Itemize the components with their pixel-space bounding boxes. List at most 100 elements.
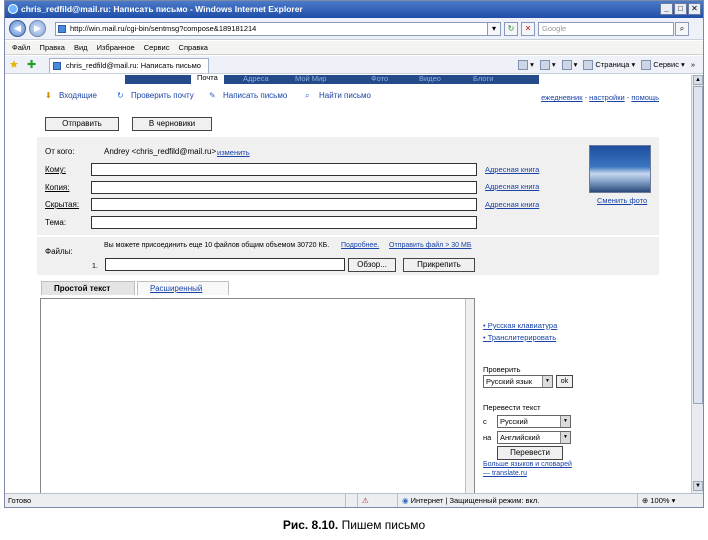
send-big-file-link[interactable]: Отправить файл > 30 МБ [389, 242, 471, 249]
translate-site-link[interactable]: — translate.ru [483, 470, 527, 477]
diary-link[interactable]: ежедневник [541, 93, 582, 102]
zoom-control[interactable]: ⊕ 100% ▾ [637, 494, 703, 507]
minimize-button[interactable]: _ [660, 3, 673, 15]
to-label[interactable]: Кому: [45, 165, 66, 174]
close-button[interactable]: ✕ [688, 3, 701, 15]
address-book-link-cc[interactable]: Адресная книга [485, 182, 539, 191]
menu-view[interactable]: Вид [74, 41, 88, 55]
change-sender-link[interactable]: изменить [217, 148, 250, 157]
check-mail-icon: ↻ [117, 91, 124, 100]
favorites-star-icon[interactable]: ★ [9, 58, 19, 71]
globe-icon: ◉ [402, 496, 409, 505]
message-body-textarea[interactable] [40, 298, 475, 493]
maximize-button[interactable]: □ [674, 3, 687, 15]
from-value: Andrey <chris_redfild@mail.ru> [104, 147, 217, 156]
back-arrow-icon[interactable]: ◀ [9, 20, 26, 37]
browser-tab[interactable]: chris_redfild@mail.ru: Написать письмо [49, 58, 209, 73]
browser-window: chris_redfild@mail.ru: Написать письмо -… [4, 0, 704, 508]
service-links: ежедневник - настройки - помощь [541, 93, 659, 102]
change-photo-link[interactable]: Сменить фото [597, 196, 647, 205]
favorites-bar: ★ ✚ chris_redfild@mail.ru: Написать пись… [5, 56, 703, 74]
send-button[interactable]: Отправить [45, 117, 119, 131]
search-input[interactable]: Google [538, 22, 674, 36]
transliterate-link[interactable]: • Транслитерировать [483, 333, 556, 342]
settings-link[interactable]: настройки [589, 93, 625, 102]
ie-logo-icon [8, 4, 18, 14]
page-content: Почта Адреса Мой Мир Фото Видео Блоги ⬇ … [5, 75, 691, 493]
window-title: chris_redfild@mail.ru: Написать письмо -… [21, 4, 303, 14]
scroll-thumb[interactable] [693, 86, 703, 404]
help-link[interactable]: помощь [631, 93, 659, 102]
feeds-icon[interactable]: ▾ [539, 59, 556, 71]
figure-number: Рис. 8.10. [282, 518, 339, 532]
status-bar: Готово ⚠ ◉ Интернет | Защищенный режим: … [5, 493, 703, 507]
files-label: Файлы: [45, 247, 73, 256]
home-icon[interactable]: ▾ [518, 59, 534, 71]
menu-tools[interactable]: Сервис [144, 41, 170, 55]
tab-mail[interactable]: Почта [191, 75, 224, 84]
figure-text: Пишем письмо [341, 518, 426, 532]
menu-favorites[interactable]: Избранное [97, 41, 135, 55]
stop-icon[interactable]: ✕ [521, 22, 535, 36]
security-zone[interactable]: ◉ Интернет | Защищенный режим: вкл. [397, 494, 637, 507]
spellcheck-language-select[interactable]: Русский язык [483, 375, 553, 388]
subject-label: Тема: [45, 218, 67, 227]
tools-menu[interactable]: Сервис ▾ [641, 59, 685, 71]
translate-button[interactable]: Перевести [497, 446, 563, 460]
address-dropdown-icon[interactable]: ▾ [487, 22, 501, 36]
translate-from-prefix: с [483, 417, 487, 426]
compose-link[interactable]: Написать письмо [223, 91, 287, 100]
title-bar: chris_redfild@mail.ru: Написать письмо -… [5, 1, 703, 18]
find-magnifier-icon: ⌕ [305, 91, 310, 100]
menu-bar: Файл Правка Вид Избранное Сервис Справка [5, 41, 703, 55]
menu-help[interactable]: Справка [179, 41, 208, 55]
address-bar-row: ◀ ▶ http://win.mail.ru/cgi-bin/sentmsg?c… [5, 18, 703, 40]
menu-edit[interactable]: Правка [40, 41, 65, 55]
forward-arrow-icon[interactable]: ▶ [29, 20, 46, 37]
spellcheck-label: Проверить [483, 365, 521, 374]
chevron-right-icon[interactable]: » [691, 59, 695, 71]
tab-my-world[interactable]: Мой Мир [295, 75, 326, 84]
cc-field[interactable] [91, 181, 477, 194]
to-field[interactable] [91, 163, 477, 176]
files-info: Вы можете присоединить еще 10 файлов общ… [104, 242, 330, 249]
bcc-label[interactable]: Скрытая: [45, 200, 79, 209]
address-input[interactable]: http://win.mail.ru/cgi-bin/sentmsg?compo… [55, 22, 501, 36]
page-menu[interactable]: Страница ▾ [583, 59, 635, 71]
editor-scrollbar[interactable] [465, 299, 474, 493]
browse-button[interactable]: Обзор... [348, 258, 396, 272]
subject-field[interactable] [91, 216, 477, 229]
search-icon[interactable]: ⌕ [675, 22, 689, 36]
attach-button[interactable]: Прикрепить [403, 258, 475, 272]
print-icon[interactable]: ▾ [561, 59, 577, 71]
inbox-link[interactable]: Входящие [59, 91, 97, 100]
tab-blogs[interactable]: Блоги [473, 75, 493, 84]
more-languages-link[interactable]: Больше языков и словарей [483, 461, 572, 468]
translate-label: Перевести текст [483, 403, 541, 412]
files-more-link[interactable]: Подробнее. [341, 242, 379, 249]
menu-file[interactable]: Файл [12, 41, 30, 55]
spellcheck-ok-button[interactable]: ok [556, 375, 573, 388]
popup-blocker-icon[interactable]: ⚠ [357, 494, 397, 507]
scroll-down-icon[interactable]: ▼ [693, 481, 703, 491]
translate-from-select[interactable]: Русский [497, 415, 571, 428]
refresh-icon[interactable]: ↻ [504, 22, 518, 36]
check-mail-link[interactable]: Проверить почту [131, 91, 194, 100]
address-book-link-to[interactable]: Адресная книга [485, 165, 539, 174]
find-mail-link[interactable]: Найти письмо [319, 91, 371, 100]
bcc-field[interactable] [91, 198, 477, 211]
tab-contacts[interactable]: Адреса [243, 75, 269, 84]
file-path-input[interactable] [105, 258, 345, 271]
scroll-up-icon[interactable]: ▲ [693, 75, 703, 85]
drafts-button[interactable]: В черновики [132, 117, 212, 131]
tab-photo[interactable]: Фото [371, 75, 388, 84]
page-scrollbar[interactable]: ▲ ▼ [691, 75, 703, 493]
translate-to-select[interactable]: Английский [497, 431, 571, 444]
tab-plain-text[interactable]: Простой текст [41, 281, 135, 295]
cc-label[interactable]: Копия: [45, 183, 69, 192]
tab-video[interactable]: Видео [419, 75, 441, 84]
address-book-link-bcc[interactable]: Адресная книга [485, 200, 539, 209]
tab-rich-format[interactable]: Расширенный формат [137, 281, 229, 306]
russian-keyboard-link[interactable]: • Русская клавиатура [483, 321, 557, 330]
add-favorite-icon[interactable]: ✚ [27, 58, 36, 71]
